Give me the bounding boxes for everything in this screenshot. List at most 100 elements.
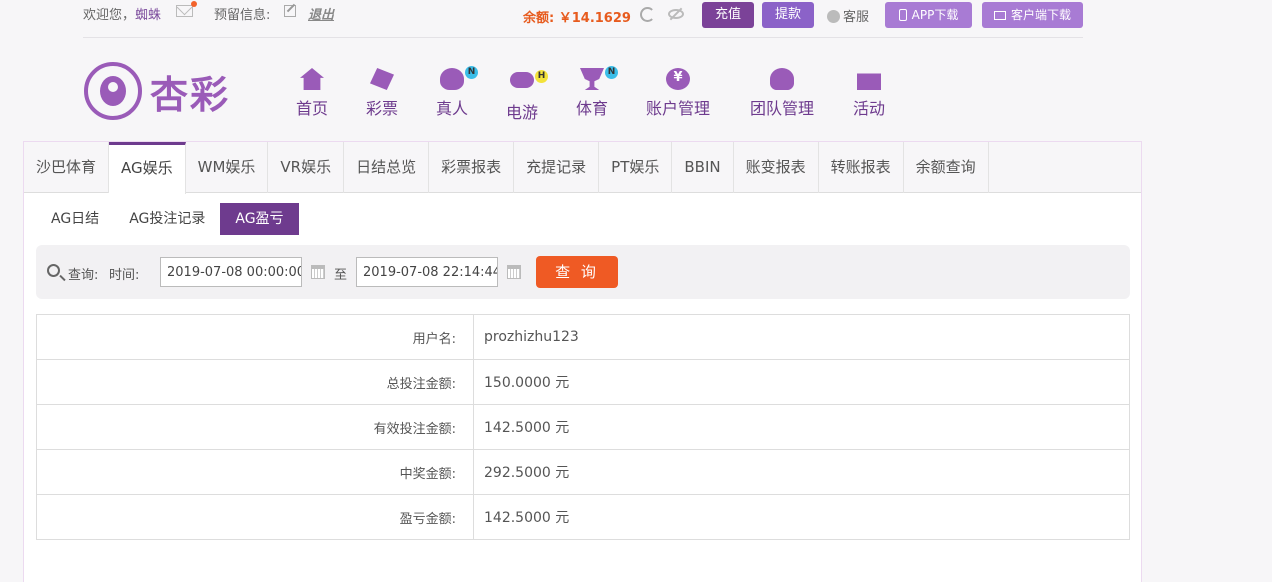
- balance-text: 余额: ￥14.1629: [523, 11, 631, 26]
- table-row: 中奖金额: 292.5000 元: [36, 449, 1130, 495]
- tab-balance-query[interactable]: 余额查询: [904, 142, 989, 193]
- subtab-ag-bets[interactable]: AG投注记录: [114, 203, 220, 235]
- withdraw-button[interactable]: 提款: [762, 2, 814, 28]
- subtab-ag-daily[interactable]: AG日结: [36, 203, 114, 235]
- logout-link[interactable]: 退出: [308, 4, 334, 23]
- tab-vr[interactable]: VR娱乐: [268, 142, 345, 193]
- table-row: 用户名: prozhizhu123: [36, 314, 1130, 360]
- nav-activity[interactable]: 活动: [853, 68, 885, 119]
- calendar-icon[interactable]: [507, 265, 521, 279]
- client-download-label: 客户端下载: [1010, 8, 1071, 22]
- report-panel: 沙巴体育 AG娱乐 WM娱乐 VR娱乐 日结总览 彩票报表 充提记录 PT娱乐 …: [23, 141, 1142, 582]
- new-badge: N: [465, 66, 478, 79]
- live-icon: [440, 68, 464, 90]
- subtab-ag-profit[interactable]: AG盈亏: [220, 203, 299, 235]
- gift-icon: [857, 73, 881, 90]
- site-logo[interactable]: 杏彩: [84, 62, 244, 122]
- nav-label: 电游: [506, 103, 539, 122]
- profit-table: 用户名: prozhizhu123 总投注金额: 150.0000 元 有效投注金额…: [36, 314, 1130, 540]
- nav-lottery[interactable]: 彩票: [366, 68, 398, 119]
- nav-label: 真人: [436, 99, 469, 118]
- nav-label: 首页: [296, 99, 329, 118]
- tab-wm[interactable]: WM娱乐: [186, 142, 269, 193]
- tab-ag[interactable]: AG娱乐: [109, 142, 186, 194]
- tab-lottery-report[interactable]: 彩票报表: [429, 142, 515, 193]
- reserve-info-label: 预留信息:: [214, 8, 271, 23]
- trophy-icon-wrap: N: [580, 66, 618, 90]
- start-date-input[interactable]: [160, 257, 302, 287]
- logo-text: 杏彩: [150, 72, 231, 117]
- row-key: 中奖金额:: [36, 449, 474, 495]
- yen-icon: [666, 68, 690, 90]
- tab-transfer-report[interactable]: 转账报表: [819, 142, 904, 193]
- welcome-label: 欢迎您，: [83, 8, 136, 23]
- calendar-icon[interactable]: [311, 265, 325, 279]
- gamepad-icon-wrap: H: [510, 70, 548, 94]
- welcome-text: 欢迎您，蜘蛛: [83, 4, 161, 23]
- nav-label: 体育: [576, 99, 609, 118]
- service-label: 客服: [843, 10, 870, 25]
- table-row: 盈亏金额: 142.5000 元: [36, 494, 1130, 540]
- live-icon-wrap: N: [440, 66, 478, 90]
- nav-label: 团队管理: [750, 99, 815, 118]
- customer-service-link[interactable]: 客服: [827, 6, 869, 25]
- to-label: 至: [334, 268, 348, 283]
- row-value: 142.5000 元: [473, 494, 1130, 540]
- table-row: 总投注金额: 150.0000 元: [36, 359, 1130, 405]
- nav-live[interactable]: N 真人: [436, 66, 478, 119]
- monitor-icon: [993, 11, 1006, 20]
- tab-account-change[interactable]: 账变报表: [734, 142, 819, 193]
- refresh-icon[interactable]: [640, 7, 655, 22]
- app-download-button[interactable]: APP下载: [885, 2, 972, 28]
- row-key: 总投注金额:: [36, 359, 474, 405]
- row-value: 292.5000 元: [473, 449, 1130, 495]
- search-icon: [47, 264, 60, 277]
- table-row: 有效投注金额: 142.5000 元: [36, 404, 1130, 450]
- team-icon: [770, 68, 794, 90]
- recharge-button[interactable]: 充值: [702, 2, 754, 28]
- unread-dot: [191, 1, 197, 7]
- nav-egame[interactable]: H 电游: [506, 68, 548, 123]
- row-key: 盈亏金额:: [36, 494, 474, 540]
- home-icon: [300, 68, 324, 90]
- nav-label: 活动: [853, 99, 886, 118]
- nav-home[interactable]: 首页: [296, 68, 328, 119]
- row-key: 用户名:: [36, 314, 474, 360]
- logo-mark-icon: [84, 62, 142, 120]
- client-download-button[interactable]: 客户端下载: [982, 2, 1083, 28]
- app-download-label: APP下载: [911, 8, 959, 22]
- query-bar: 查询: 时间: 至 查 询: [36, 245, 1130, 299]
- tab-pt[interactable]: PT娱乐: [599, 142, 673, 193]
- edit-icon[interactable]: [284, 5, 296, 17]
- nav-team[interactable]: 团队管理: [750, 68, 814, 119]
- nav-sports[interactable]: N 体育: [576, 66, 618, 119]
- phone-icon: [898, 9, 907, 21]
- query-label: 查询:: [68, 268, 99, 283]
- report-tabs: 沙巴体育 AG娱乐 WM娱乐 VR娱乐 日结总览 彩票报表 充提记录 PT娱乐 …: [24, 142, 1141, 194]
- hot-badge: H: [535, 70, 548, 83]
- hide-balance-icon[interactable]: [668, 9, 684, 19]
- query-button[interactable]: 查 询: [536, 256, 618, 288]
- gamepad-icon: [510, 72, 534, 88]
- mail-icon[interactable]: [176, 1, 197, 17]
- trophy-icon: [580, 68, 604, 90]
- tab-saba-sports[interactable]: 沙巴体育: [24, 142, 110, 193]
- nav-label: 账户管理: [646, 99, 711, 118]
- row-value: 142.5000 元: [473, 404, 1130, 450]
- tab-daily-overview[interactable]: 日结总览: [344, 142, 430, 193]
- username: 蜘蛛: [135, 8, 162, 23]
- new-badge: N: [605, 66, 618, 79]
- tab-deposit-withdraw[interactable]: 充提记录: [514, 142, 600, 193]
- time-label: 时间:: [109, 268, 140, 283]
- top-bar: 欢迎您，蜘蛛 预留信息: 退出 余额: ￥14.1629 充值 提款 客服 AP…: [83, 0, 1083, 38]
- tab-bbin[interactable]: BBIN: [672, 142, 734, 193]
- nav-account[interactable]: 账户管理: [646, 68, 710, 119]
- ticket-icon: [370, 68, 394, 90]
- nav-label: 彩票: [366, 99, 399, 118]
- row-value: prozhizhu123: [473, 314, 1130, 360]
- row-value: 150.0000 元: [473, 359, 1130, 405]
- service-icon: [827, 10, 840, 23]
- row-key: 有效投注金额:: [36, 404, 474, 450]
- sub-tabs: AG日结 AG投注记录 AG盈亏: [36, 203, 299, 235]
- end-date-input[interactable]: [356, 257, 498, 287]
